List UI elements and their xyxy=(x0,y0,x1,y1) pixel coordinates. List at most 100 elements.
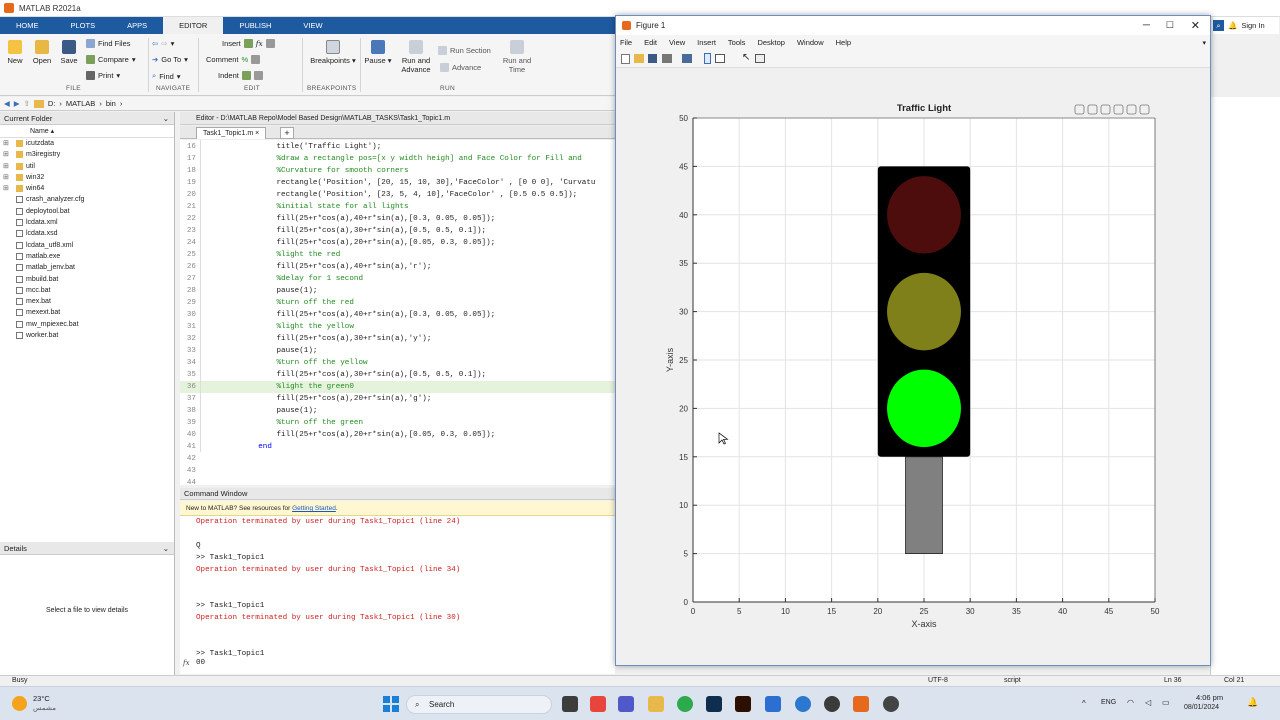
code-line[interactable]: 38 pause(1); xyxy=(180,405,615,417)
taskbar-search-box[interactable]: ⌕ Search xyxy=(406,695,552,714)
code-line[interactable]: 20 rectangle('Position', [23, 5, 4, 10],… xyxy=(180,189,615,201)
brush-icon[interactable] xyxy=(1087,104,1098,115)
menu-desktop[interactable]: Desktop xyxy=(757,38,785,47)
code-line[interactable]: 34 %turn off the yellow xyxy=(180,357,615,369)
code-line[interactable]: 37 fill(25+r*cos(a),20+r*sin(a),'g'); xyxy=(180,393,615,405)
browse-folder-icon[interactable] xyxy=(33,99,44,108)
teams-icon[interactable] xyxy=(618,696,634,712)
code-line[interactable]: 18 %Curvature for smooth corners xyxy=(180,165,615,177)
list-item[interactable]: lcdata.xsd xyxy=(0,228,174,239)
code-line[interactable]: 41 end xyxy=(180,441,615,453)
compare-button[interactable]: Compare ▾ xyxy=(86,55,136,64)
weather-temp[interactable]: 23°C xyxy=(33,694,50,703)
code-line[interactable]: 30 fill(25+r*cos(a),40+r*sin(a),[0.3, 0.… xyxy=(180,309,615,321)
tray-overflow-icon[interactable]: ^ xyxy=(1082,699,1086,708)
photoshop-icon[interactable] xyxy=(706,696,722,712)
menu-edit[interactable]: Edit xyxy=(644,38,657,47)
panel-menu-icon[interactable]: ⌄ xyxy=(163,112,169,125)
recorder-icon[interactable] xyxy=(883,696,899,712)
pan-icon[interactable] xyxy=(1100,104,1111,115)
list-item[interactable]: matlab_jenv.bat xyxy=(0,262,174,273)
edge-icon[interactable] xyxy=(795,696,811,712)
code-line[interactable]: 36 %light the green0 xyxy=(180,381,615,393)
editor-tab[interactable]: Task1_Topic1.m × xyxy=(196,127,267,139)
new-tab-button[interactable]: + xyxy=(280,127,294,139)
code-line[interactable]: 42 xyxy=(180,453,615,465)
pause-button[interactable]: Pause ▾ xyxy=(364,40,392,65)
wifi-icon[interactable]: ◠ xyxy=(1127,698,1134,707)
breakpoints-button[interactable]: Breakpoints ▾ xyxy=(310,40,356,65)
notification-icon[interactable]: 🔔 xyxy=(1228,21,1237,30)
new-button[interactable]: New xyxy=(4,40,26,65)
chrome-icon[interactable] xyxy=(677,696,693,712)
expand-icon[interactable]: ⊞ xyxy=(3,183,9,194)
list-item[interactable]: mw_mpiexec.bat xyxy=(0,319,174,330)
find-files-button[interactable]: Find Files xyxy=(86,39,131,48)
expand-icon[interactable]: ⊞ xyxy=(3,161,9,172)
save-button[interactable]: Save xyxy=(57,40,81,65)
volume-icon[interactable]: ◁ xyxy=(1145,698,1151,707)
legend-icon[interactable] xyxy=(715,54,725,63)
run-section-button[interactable]: Run Section xyxy=(438,46,491,55)
export-icon[interactable] xyxy=(1074,104,1085,115)
zoom-in-icon[interactable] xyxy=(1113,104,1124,115)
windows-start-icon[interactable] xyxy=(383,696,399,712)
list-item[interactable]: lcdata_utf8.xml xyxy=(0,240,174,251)
list-item[interactable]: lcdata.xml xyxy=(0,217,174,228)
tab-plots[interactable]: PLOTS xyxy=(55,17,112,34)
code-line[interactable]: 23 fill(25+r*cos(a),30+r*sin(a),[0.5, 0.… xyxy=(180,225,615,237)
list-item[interactable]: matlab.exe xyxy=(0,251,174,262)
menu-help[interactable]: Help xyxy=(836,38,851,47)
back-forward-buttons[interactable]: ⇦ ⇨ ▾ xyxy=(152,39,174,48)
print-button[interactable]: Print ▾ xyxy=(86,71,120,80)
mail-icon[interactable] xyxy=(765,696,781,712)
menu-dock-arrow-icon[interactable]: ▾ xyxy=(1202,39,1206,47)
menu-window[interactable]: Window xyxy=(797,38,824,47)
close-tab-icon[interactable]: × xyxy=(255,130,259,137)
app-icon-red[interactable] xyxy=(590,696,606,712)
clock-time[interactable]: 4:06 pm xyxy=(1196,693,1223,702)
find-button[interactable]: ⌕ Find ▾ xyxy=(152,71,181,81)
forward-icon[interactable]: ▶ xyxy=(14,99,20,108)
code-line[interactable]: 32 fill(25+r*cos(a),30+r*sin(a),'y'); xyxy=(180,333,615,345)
go-to-button[interactable]: ➔ Go To ▾ xyxy=(152,55,188,64)
command-window[interactable]: Operation terminated by user during Task… xyxy=(180,516,615,674)
code-line[interactable]: 26 fill(25+r*cos(a),40+r*sin(a),'r'); xyxy=(180,261,615,273)
expand-icon[interactable]: ⊞ xyxy=(3,149,9,160)
battery-icon[interactable]: ▭ xyxy=(1162,698,1170,707)
app-icon-dark[interactable] xyxy=(824,696,840,712)
menu-tools[interactable]: Tools xyxy=(728,38,746,47)
code-line[interactable]: 29 %turn off the red xyxy=(180,297,615,309)
list-item[interactable]: mexext.bat xyxy=(0,307,174,318)
list-item[interactable]: ⊞ win64 xyxy=(0,183,174,194)
indent-button[interactable]: Indent xyxy=(218,71,263,80)
code-line[interactable]: 22 fill(25+r*cos(a),40+r*sin(a),[0.3, 0.… xyxy=(180,213,615,225)
save-figure-icon[interactable] xyxy=(648,54,657,63)
advance-button[interactable]: Advance xyxy=(440,63,481,72)
new-figure-icon[interactable] xyxy=(621,54,630,64)
print-figure-icon[interactable] xyxy=(662,54,672,63)
command-input[interactable]: 00 xyxy=(196,659,205,667)
notifications-icon[interactable]: 🔔 xyxy=(1247,697,1258,708)
close-button[interactable]: ✕ xyxy=(1191,19,1200,32)
insert-button[interactable]: Insert fx xyxy=(222,39,275,48)
path-segment[interactable]: bin xyxy=(106,99,116,108)
select-arrow-icon[interactable]: ↖ xyxy=(742,52,750,63)
code-line[interactable]: 16 title('Traffic Light'); xyxy=(180,141,615,153)
run-and-advance-button[interactable]: Run and Advance xyxy=(398,40,434,74)
link-plot-icon[interactable] xyxy=(682,54,692,63)
language-indicator[interactable]: ENG xyxy=(1101,699,1116,706)
zoom-out-icon[interactable] xyxy=(1126,104,1137,115)
tab-apps[interactable]: APPS xyxy=(111,17,163,34)
up-folder-icon[interactable]: ⇧ xyxy=(24,99,30,108)
list-item[interactable]: ⊞ win32 xyxy=(0,172,174,183)
code-line[interactable]: 19 rectangle('Position', [20, 15, 10, 30… xyxy=(180,177,615,189)
expand-icon[interactable]: ⊞ xyxy=(3,138,9,149)
code-line[interactable]: 44 xyxy=(180,477,615,485)
code-line[interactable]: 33 pause(1); xyxy=(180,345,615,357)
home-icon[interactable] xyxy=(1139,104,1150,115)
illustrator-icon[interactable] xyxy=(735,696,751,712)
code-editor[interactable]: 16 title('Traffic Light'); 17 %draw a rec… xyxy=(180,140,615,485)
code-line[interactable]: 17 %draw a rectangle pos=[x y width heig… xyxy=(180,153,615,165)
list-item[interactable]: ⊞ m3iregistry xyxy=(0,149,174,160)
